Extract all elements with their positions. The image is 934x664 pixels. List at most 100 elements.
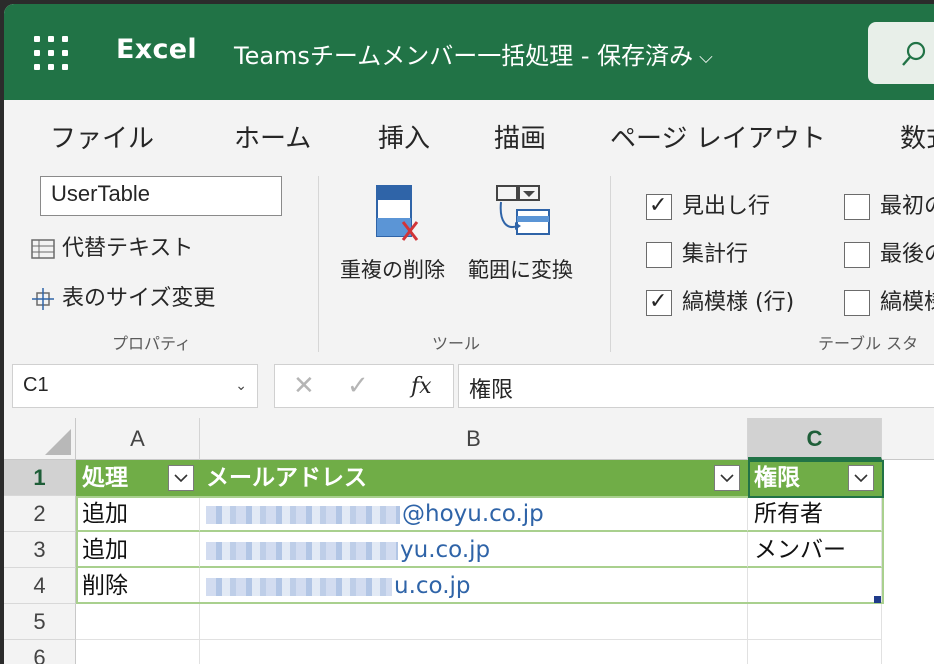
table-cell[interactable]: u.co.jp [200,568,748,604]
table-header-cell[interactable]: メールアドレス [200,460,748,496]
checkbox-checked: ✓ [646,193,672,220]
email-text: @hoyu.co.jp [402,501,544,527]
tab-draw[interactable]: 描画 [494,118,546,155]
last-column-checkbox[interactable]: 最後の [844,236,934,268]
empty-cell[interactable] [76,604,200,640]
name-box-value: C1 [23,374,49,396]
app-launcher-icon[interactable] [34,36,70,72]
column-header-b[interactable]: B [200,418,748,460]
empty-cell[interactable] [748,640,882,664]
check-icon: ✓ [649,289,668,314]
insert-function-icon[interactable]: fx [411,374,432,399]
tab-file[interactable]: ファイル [50,118,154,155]
table-cell[interactable]: メンバー [748,532,882,568]
row-header-3[interactable]: 3 [4,532,76,568]
remove-duplicates-label: 重複の削除 [340,258,445,282]
chevron-down-icon [174,474,188,482]
table-resize-handle[interactable] [874,596,881,603]
banded-rows-label: 縞模様 (行) [682,290,795,315]
empty-cell[interactable] [748,604,882,640]
convert-to-range-button[interactable]: 範囲に変換 [468,182,573,284]
first-column-label: 最初の [880,194,934,219]
last-column-label: 最後の [880,242,934,267]
document-title[interactable]: Teamsチームメンバー一括処理 - 保存済み ⌵ [234,36,713,71]
header-permission: 権限 [754,465,800,491]
header-row-checkbox[interactable]: ✓ 見出し行 [646,188,770,220]
row-header-2[interactable]: 2 [4,496,76,532]
checkbox-unchecked [844,290,870,316]
header-email: メールアドレス [206,465,367,491]
ribbon-separator [610,176,611,352]
resize-table-button[interactable]: 表のサイズ変更 [30,280,215,312]
table-cell[interactable] [748,568,882,604]
row-header-4[interactable]: 4 [4,568,76,604]
resize-table-label: 表のサイズ変更 [62,286,216,311]
ribbon: UserTable 代替テキスト 表のサイズ変更 プロパティ 重複の削除 範囲に… [4,164,934,356]
table-header-cell[interactable]: 権限 [748,460,882,496]
empty-cell[interactable] [200,604,748,640]
table-cell[interactable]: 追加 [76,496,200,532]
row-header-5[interactable]: 5 [4,604,76,640]
row-header-1[interactable]: 1 [4,460,76,496]
checkbox-unchecked [844,242,870,268]
alt-text-label: 代替テキスト [62,236,194,261]
table-cell[interactable]: yu.co.jp [200,532,748,568]
formula-actions: ✕ ✓ fx [274,364,454,408]
total-row-label: 集計行 [682,242,749,267]
tab-formulas[interactable]: 数式 [900,118,934,155]
ribbon-tabs: ファイル ホーム 挿入 描画 ページ レイアウト 数式 [4,100,934,166]
empty-cell[interactable] [200,640,748,664]
redacted-text [206,577,392,596]
banded-columns-checkbox[interactable]: 縞模様 [844,284,934,316]
cancel-icon[interactable]: ✕ [293,371,315,401]
formula-input[interactable]: 権限 [458,364,934,408]
remove-duplicates-button[interactable]: 重複の削除 [340,182,445,284]
row-header-6[interactable]: 6 [4,640,76,664]
tab-insert[interactable]: 挿入 [378,118,430,155]
search-box[interactable] [868,22,934,84]
header-action: 処理 [82,465,128,491]
first-column-checkbox[interactable]: 最初の [844,188,934,220]
table-cell[interactable]: @hoyu.co.jp [200,496,748,532]
email-text: u.co.jp [394,573,471,599]
table-header-cell[interactable]: 処理 [76,460,200,496]
redacted-text [206,541,398,560]
convert-to-range-label: 範囲に変換 [468,258,573,282]
excel-window: Excel Teamsチームメンバー一括処理 - 保存済み ⌵ ファイル ホーム … [4,4,934,664]
name-box[interactable]: C1 ⌄ [12,364,258,408]
banded-rows-checkbox[interactable]: ✓ 縞模様 (行) [646,284,794,316]
table-cell[interactable]: 追加 [76,532,200,568]
ribbon-separator [318,176,319,352]
column-header-d[interactable] [882,418,934,460]
checkbox-unchecked [844,194,870,220]
check-icon: ✓ [649,193,668,218]
group-label-table-styles: テーブル スタ [818,334,919,353]
chevron-down-icon [854,474,868,482]
column-header-c[interactable]: C [748,418,882,460]
resize-table-icon [30,288,56,310]
tab-home[interactable]: ホーム [234,118,311,155]
filter-dropdown-button[interactable] [168,465,194,491]
alt-text-icon [30,238,56,260]
table-cell[interactable]: 削除 [76,568,200,604]
chevron-down-icon [720,474,734,482]
header-row-label: 見出し行 [682,194,771,219]
table-name-input[interactable]: UserTable [40,176,282,216]
filter-dropdown-button[interactable] [848,465,874,491]
tab-page-layout[interactable]: ページ レイアウト [610,118,826,155]
checkbox-unchecked [646,242,672,268]
group-label-properties: プロパティ [112,334,192,353]
chevron-down-icon: ⌵ [699,46,713,68]
enter-icon[interactable]: ✓ [347,371,369,401]
alt-text-button[interactable]: 代替テキスト [30,230,193,262]
column-header-a[interactable]: A [76,418,200,460]
document-title-text: Teamsチームメンバー一括処理 - 保存済み [234,42,694,70]
total-row-checkbox[interactable]: 集計行 [646,236,748,268]
redacted-text [206,505,400,524]
select-all-button[interactable] [4,418,76,460]
filter-dropdown-button[interactable] [714,465,740,491]
empty-cell[interactable] [76,640,200,664]
table-cell[interactable]: 所有者 [748,496,882,532]
convert-to-range-icon [495,185,550,235]
email-text: yu.co.jp [400,537,491,563]
